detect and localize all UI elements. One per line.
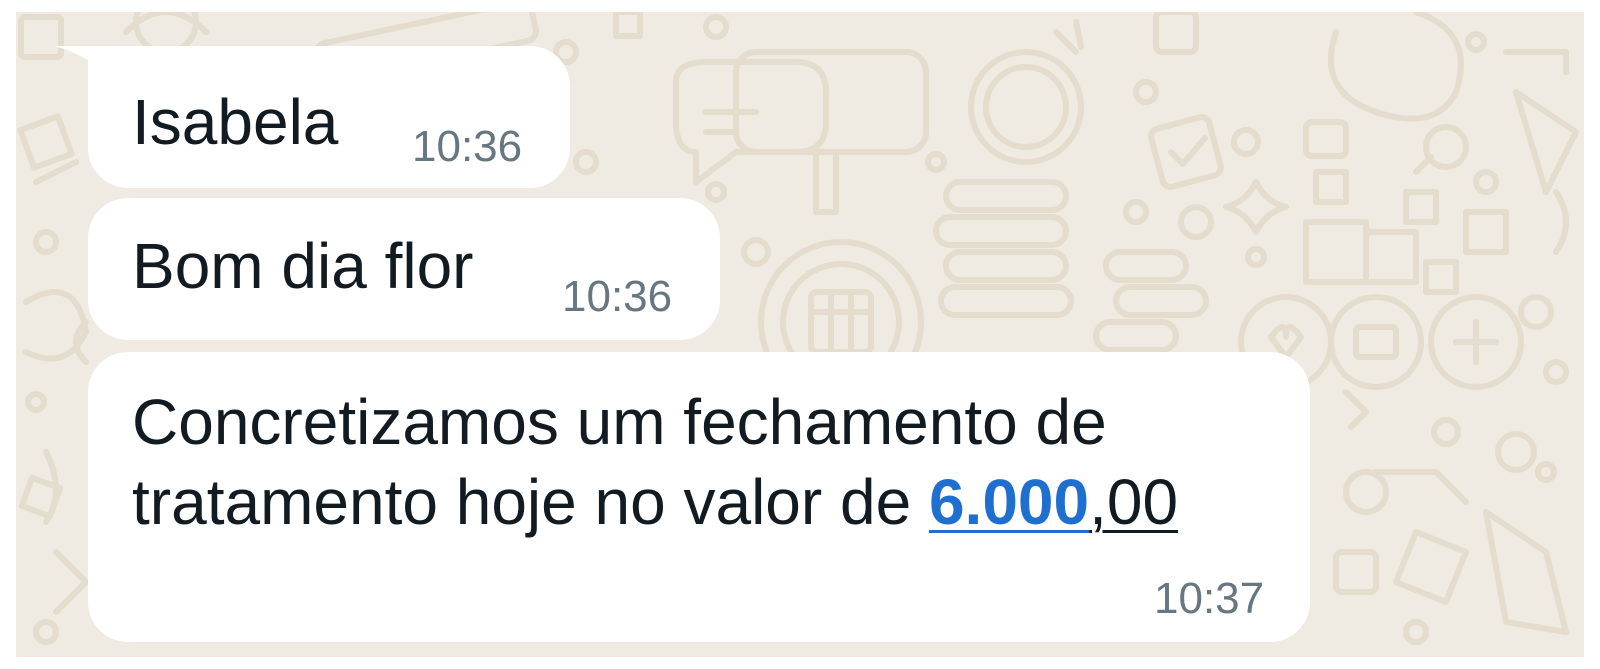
message-bubble[interactable]: Bom dia flor 10:36 (88, 198, 720, 340)
message-text: Isabela (132, 86, 339, 158)
message-bubble[interactable]: Concretizamos um fechamento de tratament… (88, 352, 1310, 642)
amount-cents: ,00 (1089, 466, 1179, 538)
message-text-prefix: tratamento hoje no valor de (132, 466, 929, 538)
message-bubble[interactable]: Isabela 10:36 (88, 46, 570, 188)
message-timestamp: 10:37 (1154, 574, 1265, 623)
message-text-line-1: Concretizamos um fechamento de (132, 386, 1107, 458)
message-text-line-2: tratamento hoje no valor de 6.000,00 (132, 462, 1178, 542)
message-timestamp: 10:36 (562, 272, 673, 321)
message-timestamp: 10:36 (412, 122, 523, 171)
message-text: Bom dia flor (132, 230, 474, 302)
amount-link[interactable]: 6.000 (929, 466, 1089, 538)
